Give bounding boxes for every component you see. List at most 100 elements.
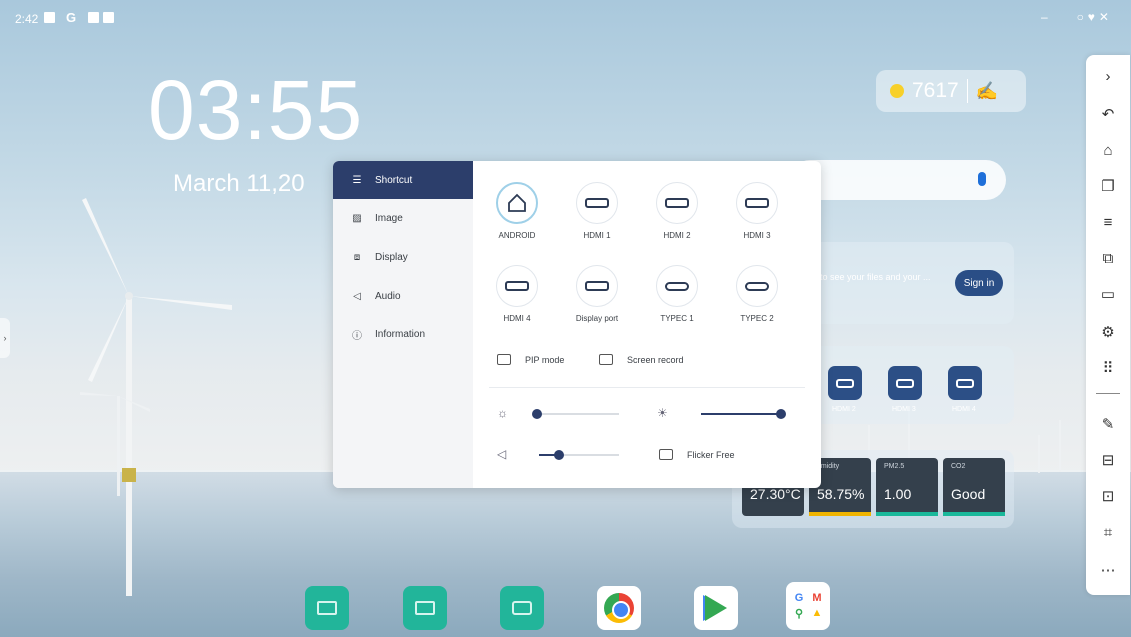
mic-icon[interactable] xyxy=(978,172,986,186)
status-icons: ○♥✕ xyxy=(1076,10,1113,24)
status-time: 2:42 xyxy=(15,12,39,26)
volume-slider[interactable] xyxy=(539,449,619,461)
notification-icon xyxy=(44,12,55,23)
status-bar: 2:42 G – ○♥✕ xyxy=(0,0,1131,36)
coin-icon xyxy=(890,84,904,98)
home-icon xyxy=(496,182,538,224)
temperature-value: 27.30°C xyxy=(750,486,801,502)
backlight-icon: ☀ xyxy=(657,406,668,420)
home-icon[interactable]: ⌂ xyxy=(1086,135,1130,165)
menu-item-information[interactable]: ⓘ Information xyxy=(333,315,473,353)
hdmi-tile[interactable] xyxy=(948,366,982,400)
screen-record-button[interactable]: Screen record xyxy=(599,354,684,365)
recent-apps-icon[interactable]: ❐ xyxy=(1086,171,1130,201)
side-drawer-handle[interactable]: › xyxy=(0,318,10,358)
usb-c-icon xyxy=(656,265,698,307)
hdmi-tile[interactable] xyxy=(828,366,862,400)
collapse-chevron-icon[interactable]: › xyxy=(1086,61,1130,91)
displayport-icon xyxy=(576,265,618,307)
hdmi-tile[interactable] xyxy=(888,366,922,400)
signature-icon: ✍ xyxy=(975,80,999,101)
quick-settings-panel: ☰ Shortcut ▨ Image ⧈ Display ◁ Audio ⓘ I… xyxy=(333,161,821,488)
pip-icon xyxy=(497,354,511,365)
sign-in-button[interactable]: Sign in xyxy=(955,270,1003,296)
settings-gear-icon[interactable]: ⚙ xyxy=(1086,317,1130,347)
back-icon[interactable]: ↶ xyxy=(1086,99,1130,129)
more-icon[interactable]: ⋯ xyxy=(1086,555,1130,585)
clock-date: March 11,20 xyxy=(173,170,305,197)
co2-tile: CO2 Good xyxy=(943,458,1005,516)
screen-record-icon[interactable]: ⊡ xyxy=(1086,481,1130,511)
hdmi-icon xyxy=(736,182,778,224)
hdmi-icon xyxy=(496,265,538,307)
source-hdmi-4[interactable]: HDMI 4 xyxy=(477,265,557,323)
sliders-icon: ☰ xyxy=(352,174,362,186)
status-bar-indicator xyxy=(943,512,1005,516)
screen-record-icon xyxy=(599,354,613,365)
shortcut-content: ANDROID HDMI 1 HDMI 2 HDMI 3 HDMI 4 Disp… xyxy=(473,161,821,488)
brightness-icon: ☼ xyxy=(497,406,508,420)
divider xyxy=(966,79,968,103)
pm25-tile: PM2.5 1.00 xyxy=(876,458,938,516)
pm25-value: 1.00 xyxy=(884,486,912,502)
crop-icon[interactable]: ⌗ xyxy=(1086,517,1130,547)
screen-split-icon[interactable]: ⊟ xyxy=(1086,445,1130,475)
pip-mode-button[interactable]: PIP mode xyxy=(497,354,564,365)
source-hdmi-2[interactable]: HDMI 2 xyxy=(637,182,717,240)
google-status-icon: G xyxy=(66,10,77,25)
menu-item-image[interactable]: ▨ Image xyxy=(333,199,473,237)
notification-icon xyxy=(103,12,114,23)
source-label: HDMI 2 xyxy=(832,406,856,413)
points-value: 7617 xyxy=(912,79,959,102)
menu-item-shortcut[interactable]: ☰ Shortcut xyxy=(333,161,473,199)
source-label: HDMI 3 xyxy=(892,406,916,413)
right-toolbar: › ↶ ⌂ ❐ ≡ ⧉ ▭ ⚙ ⠿ ✎ ⊟ ⊡ ⌗ ⋯ xyxy=(1086,55,1130,595)
play-store-app-icon[interactable] xyxy=(694,586,738,630)
hdmi-icon xyxy=(576,182,618,224)
screen-cast-icon[interactable]: ⧉ xyxy=(1086,243,1130,273)
co2-value: Good xyxy=(951,486,986,502)
flicker-free-toggle[interactable]: Flicker Free xyxy=(659,449,735,460)
usb-c-icon xyxy=(736,265,778,307)
whiteboard-app-icon[interactable] xyxy=(305,586,349,630)
image-icon: ▨ xyxy=(352,212,362,224)
hdmi-icon xyxy=(656,182,698,224)
volume-icon: ◁ xyxy=(497,447,507,461)
humidity-value: 58.75% xyxy=(817,486,865,502)
annotate-pen-icon[interactable]: ✎ xyxy=(1086,409,1130,439)
search-bar[interactable] xyxy=(790,160,1006,200)
source-icon[interactable]: ▭ xyxy=(1086,279,1130,309)
apps-grid-icon[interactable]: ⠿ xyxy=(1086,353,1130,383)
menu-item-display[interactable]: ⧈ Display xyxy=(333,238,473,276)
divider xyxy=(1096,393,1120,394)
source-label: HDMI 4 xyxy=(952,406,976,413)
status-bar-indicator xyxy=(809,512,871,516)
co2-label: CO2 xyxy=(951,463,966,470)
google-apps-folder-icon[interactable]: GM ⚲ ▲ xyxy=(786,582,830,630)
status-bar-indicator xyxy=(876,512,938,516)
backlight-slider[interactable] xyxy=(701,408,786,420)
notification-icon xyxy=(88,12,99,23)
display-icon: ⧈ xyxy=(353,251,361,263)
source-android[interactable]: ANDROID xyxy=(477,182,557,240)
menu-icon[interactable]: ≡ xyxy=(1086,207,1130,237)
minimize-icon[interactable]: – xyxy=(1041,10,1048,24)
info-icon: ⓘ xyxy=(352,330,362,342)
panel-sidebar: ☰ Shortcut ▨ Image ⧈ Display ◁ Audio ⓘ I… xyxy=(333,161,473,488)
points-widget[interactable]: 7617 ✍ xyxy=(876,70,1026,112)
chrome-app-icon[interactable] xyxy=(597,586,641,630)
source-hdmi-3[interactable]: HDMI 3 xyxy=(717,182,797,240)
brightness-slider[interactable] xyxy=(532,408,619,420)
flicker-free-icon xyxy=(659,449,673,460)
divider xyxy=(489,387,805,388)
menu-item-audio[interactable]: ◁ Audio xyxy=(333,277,473,315)
source-display-port[interactable]: Display port xyxy=(557,265,637,323)
folder-app-icon[interactable] xyxy=(500,586,544,630)
speaker-icon: ◁ xyxy=(353,290,361,302)
source-typec-2[interactable]: TYPEC 2 xyxy=(717,265,797,323)
signin-text: to see your files and your ... xyxy=(820,272,931,282)
source-typec-1[interactable]: TYPEC 1 xyxy=(637,265,717,323)
source-hdmi-1[interactable]: HDMI 1 xyxy=(557,182,637,240)
screen-share-app-icon[interactable] xyxy=(403,586,447,630)
clock-time: 03:55 xyxy=(148,63,364,157)
